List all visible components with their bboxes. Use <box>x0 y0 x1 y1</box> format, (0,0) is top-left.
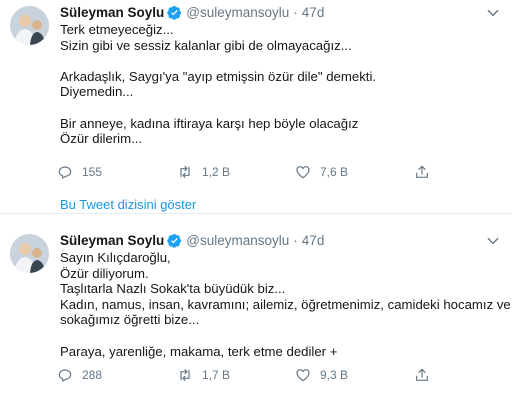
tweet-text-line: Paraya, yarenliğe, makama, terk etme ded… <box>60 343 338 359</box>
display-name[interactable]: Süleyman Soylu <box>60 233 164 248</box>
tweet-text-line: Arkadaşlık, Saygı'ya "ayıp etmişsin özür… <box>60 68 377 84</box>
tweet-text: Terk etmeyeceğiz... Sizin gibi ve sessiz… <box>60 22 500 147</box>
reply-icon <box>58 166 72 179</box>
separator: · <box>293 4 298 20</box>
tweet-text-line: Bir anneye, kadına iftiraya karşı hep bö… <box>60 115 359 131</box>
tweet-text-line: Özür diliyorum. <box>60 265 149 281</box>
retweet-count: 1,2 B <box>202 165 231 179</box>
tweet-text-line: sokağımız öğretti bize... <box>60 312 200 328</box>
timestamp[interactable]: 47d <box>302 233 325 248</box>
heart-icon <box>296 369 310 382</box>
handle[interactable]: @suleymansoylu <box>186 233 289 248</box>
tweet-text-line: Taşlıtarla Nazlı Sokak'ta büyüdük biz... <box>60 281 286 297</box>
avatar[interactable] <box>10 6 49 45</box>
tweet-text-line: Sizin gibi ve sessiz kalanlar gibi de ol… <box>60 37 352 53</box>
tweet-text-line: Diyemedin... <box>60 84 134 100</box>
reply-icon <box>58 369 72 382</box>
heart-icon <box>296 166 310 179</box>
chevron-down-icon[interactable] <box>486 6 500 20</box>
tweet[interactable]: Süleyman Soylu @suleymansoylu · 47d Sayı… <box>0 222 512 404</box>
tweet-text-line: Sayın Kılıçdaroğlu, <box>60 250 171 265</box>
like-button[interactable]: 9,3 B <box>295 366 348 384</box>
reply-count: 155 <box>82 165 103 179</box>
retweet-button[interactable]: 1,2 B <box>177 163 230 181</box>
like-button[interactable]: 7,6 B <box>295 163 348 181</box>
share-button[interactable] <box>414 366 439 384</box>
tweet-text-line <box>60 328 500 344</box>
reply-button[interactable]: 288 <box>57 366 102 384</box>
tweet-text-line: Kadın, namus, insan, kavramını; ailemiz,… <box>60 296 511 312</box>
retweet-button[interactable]: 1,7 B <box>177 366 230 384</box>
like-count: 7,6 B <box>320 165 349 179</box>
tweet-text-line: Özür dilerim... <box>60 131 143 147</box>
handle[interactable]: @suleymansoylu <box>186 5 289 20</box>
separator: · <box>293 232 298 248</box>
verified-badge-icon <box>167 5 182 20</box>
share-icon <box>416 368 428 381</box>
retweet-count: 1,7 B <box>202 368 231 382</box>
tweet-header: Süleyman Soylu @suleymansoylu · 47d <box>60 231 324 249</box>
reply-button[interactable]: 155 <box>57 163 102 181</box>
retweet-icon <box>180 166 190 178</box>
tweet-header: Süleyman Soylu @suleymansoylu · 47d <box>60 3 324 21</box>
share-button[interactable] <box>414 163 439 181</box>
verified-badge-icon <box>167 233 182 248</box>
tweet-text-line: Terk etmeyeceğiz... <box>60 22 174 37</box>
chevron-down-icon[interactable] <box>486 234 500 248</box>
tweet-actions: 155 1,2 B 7,6 B <box>57 163 457 181</box>
tweet-text-line <box>60 53 500 69</box>
retweet-icon <box>180 369 190 381</box>
display-name[interactable]: Süleyman Soylu <box>60 5 164 20</box>
share-icon <box>416 165 428 178</box>
reply-count: 288 <box>82 368 103 382</box>
tweet-text: Sayın Kılıçdaroğlu, Özür diliyorum. Taşl… <box>60 250 511 359</box>
avatar[interactable] <box>10 234 49 273</box>
tweet[interactable]: Süleyman Soylu @suleymansoylu · 47d Terk… <box>0 0 512 214</box>
timestamp[interactable]: 47d <box>302 5 325 20</box>
like-count: 9,3 B <box>320 368 349 382</box>
tweet-actions: 288 1,7 B 9,3 B <box>57 366 457 384</box>
tweet-text-line <box>60 100 500 116</box>
show-thread-link[interactable]: Bu Tweet dizisini göster <box>60 197 196 212</box>
